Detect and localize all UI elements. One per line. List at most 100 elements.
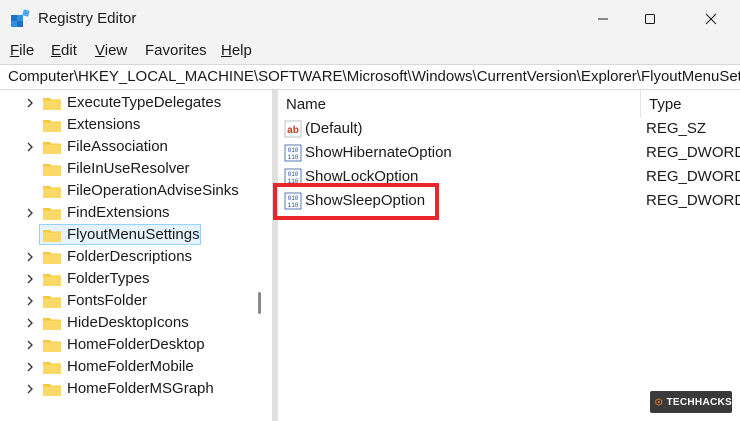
value-type: REG_DWORD: [646, 144, 740, 161]
tree-item-label: Extensions: [67, 116, 141, 133]
chevron-right-icon[interactable]: [24, 97, 36, 109]
tree-item-label: HomeFolderMobile: [67, 358, 194, 375]
value-name: (Default): [305, 120, 363, 137]
folder-icon: [43, 340, 61, 352]
key-tree[interactable]: ExecuteTypeDelegates Extensions FileAsso…: [0, 90, 272, 421]
tree-item-findextensions[interactable]: FindExtensions: [0, 202, 272, 224]
tree-item-fileoperationadvisesinks[interactable]: FileOperationAdviseSinks: [0, 180, 272, 202]
menu-edit-mnemonic: E: [51, 42, 62, 59]
menu-help-mnemonic: H: [221, 42, 232, 59]
chevron-right-icon[interactable]: [24, 339, 36, 351]
value-type: REG_DWORD: [646, 192, 740, 209]
tree-item-homefoldermsgraph[interactable]: HomeFolderMSGraph: [0, 378, 272, 400]
maximize-icon: [645, 14, 655, 24]
title-bar[interactable]: Registry Editor: [0, 0, 740, 38]
minimize-icon: [598, 18, 608, 20]
tree-item-fontsfolder[interactable]: FontsFolder: [0, 290, 272, 312]
tree-item-label: FontsFolder: [67, 292, 148, 309]
address-bar[interactable]: Computer\HKEY_LOCAL_MACHINE\SOFTWARE\Mic…: [0, 64, 740, 90]
address-path: Computer\HKEY_LOCAL_MACHINE\SOFTWARE\Mic…: [8, 68, 740, 85]
tree-item-label: HomeFolderMSGraph: [67, 380, 214, 397]
close-icon: [705, 13, 717, 25]
folder-icon: [43, 252, 61, 264]
folder-icon: [43, 186, 61, 198]
tree-item-homefoldermobile[interactable]: HomeFolderMobile: [0, 356, 272, 378]
chevron-right-icon[interactable]: [24, 251, 36, 263]
tree-item-label: ExecuteTypeDelegates: [67, 94, 222, 111]
tree-item-flyoutmenusettings[interactable]: FlyoutMenuSettings: [0, 224, 272, 246]
tree-item-label: FileOperationAdviseSinks: [67, 182, 239, 199]
tree-item-folderdescriptions[interactable]: FolderDescriptions: [0, 246, 272, 268]
menu-view-label: iew: [104, 42, 128, 59]
hexagon-logo-icon: [655, 398, 663, 406]
tree-item-extensions[interactable]: Extensions: [0, 114, 272, 136]
menu-favorites-label: Favorites: [145, 42, 207, 59]
tree-item-label: FileAssociation: [67, 138, 168, 155]
chevron-right-icon[interactable]: [24, 317, 36, 329]
chevron-right-icon[interactable]: [24, 207, 36, 219]
tree-item-fileinuseresolver[interactable]: FileInUseResolver: [0, 158, 272, 180]
tree-scrollbar-thumb[interactable]: [258, 292, 261, 314]
folder-icon: [43, 98, 61, 110]
chevron-right-icon[interactable]: [24, 273, 36, 285]
tree-item-fileassociation[interactable]: FileAssociation: [0, 136, 272, 158]
tree-item-label: FileInUseResolver: [67, 160, 190, 177]
chevron-right-icon[interactable]: [24, 141, 36, 153]
close-button[interactable]: [688, 0, 734, 38]
tree-item-foldertypes[interactable]: FolderTypes: [0, 268, 272, 290]
maximize-button[interactable]: [627, 0, 673, 38]
watermark-text: TECHHACKS: [666, 396, 732, 408]
menu-file-label: ile: [19, 42, 35, 59]
tree-item-label: HideDesktopIcons: [67, 314, 189, 331]
tree-item-label: HomeFolderDesktop: [67, 336, 205, 353]
folder-icon: [43, 384, 61, 396]
annotation-highlight-box: [273, 183, 439, 220]
window-title: Registry Editor: [38, 10, 137, 27]
menu-view[interactable]: View: [95, 42, 127, 59]
tree-item-homefolderdesktop[interactable]: HomeFolderDesktop: [0, 334, 272, 356]
svg-text:110: 110: [288, 154, 299, 161]
svg-text:ab: ab: [287, 125, 299, 136]
watermark-logo: TECHHACKS: [650, 391, 732, 413]
chevron-right-icon[interactable]: [24, 383, 36, 395]
binary-value-icon: 010 110: [284, 144, 302, 162]
column-header-name[interactable]: Name: [278, 90, 638, 118]
folder-open-icon: [43, 230, 61, 242]
menu-file-mnemonic: F: [10, 42, 20, 59]
svg-text:010: 010: [288, 171, 299, 178]
menu-edit-label: dit: [61, 42, 77, 59]
tree-item-label: FolderTypes: [67, 270, 150, 287]
folder-icon: [43, 164, 61, 176]
tree-item-executetypedelegates[interactable]: ExecuteTypeDelegates: [0, 92, 272, 114]
chevron-right-icon[interactable]: [24, 295, 36, 307]
string-value-icon: ab: [284, 120, 302, 138]
tree-item-label: FlyoutMenuSettings: [67, 226, 200, 243]
folder-icon: [43, 274, 61, 286]
chevron-right-icon[interactable]: [24, 361, 36, 373]
menu-help-label: elp: [231, 42, 252, 59]
folder-icon: [43, 362, 61, 374]
column-header-name-label: Name: [286, 96, 327, 113]
menu-edit[interactable]: Edit: [51, 42, 77, 59]
menu-favorites[interactable]: Favorites: [145, 42, 207, 59]
menu-file[interactable]: File: [10, 42, 34, 59]
folder-icon: [43, 120, 61, 132]
folder-icon: [43, 296, 61, 308]
svg-text:010: 010: [288, 147, 299, 154]
value-name: ShowHibernateOption: [305, 144, 452, 161]
minimize-button[interactable]: [580, 0, 626, 38]
tree-item-label: FolderDescriptions: [67, 248, 193, 265]
value-type: REG_SZ: [646, 120, 707, 137]
menu-help[interactable]: Help: [221, 42, 252, 59]
tree-item-label: FindExtensions: [67, 204, 170, 221]
menu-bar: File Edit View Favorites Help: [0, 38, 740, 64]
column-header-type[interactable]: Type: [640, 90, 740, 118]
value-row-default[interactable]: ab (Default) REG_SZ: [278, 117, 740, 141]
menu-view-mnemonic: V: [95, 42, 105, 59]
tree-item-hidedesktopicons[interactable]: HideDesktopIcons: [0, 312, 272, 334]
folder-icon: [43, 142, 61, 154]
folder-icon: [43, 318, 61, 330]
values-list[interactable]: Name Type ab (Default) REG_SZ 010 110 Sh…: [278, 90, 740, 421]
column-header-type-label: Type: [649, 96, 682, 113]
value-row-showhibernateoption[interactable]: 010 110 ShowHibernateOption REG_DWORD: [278, 141, 740, 165]
